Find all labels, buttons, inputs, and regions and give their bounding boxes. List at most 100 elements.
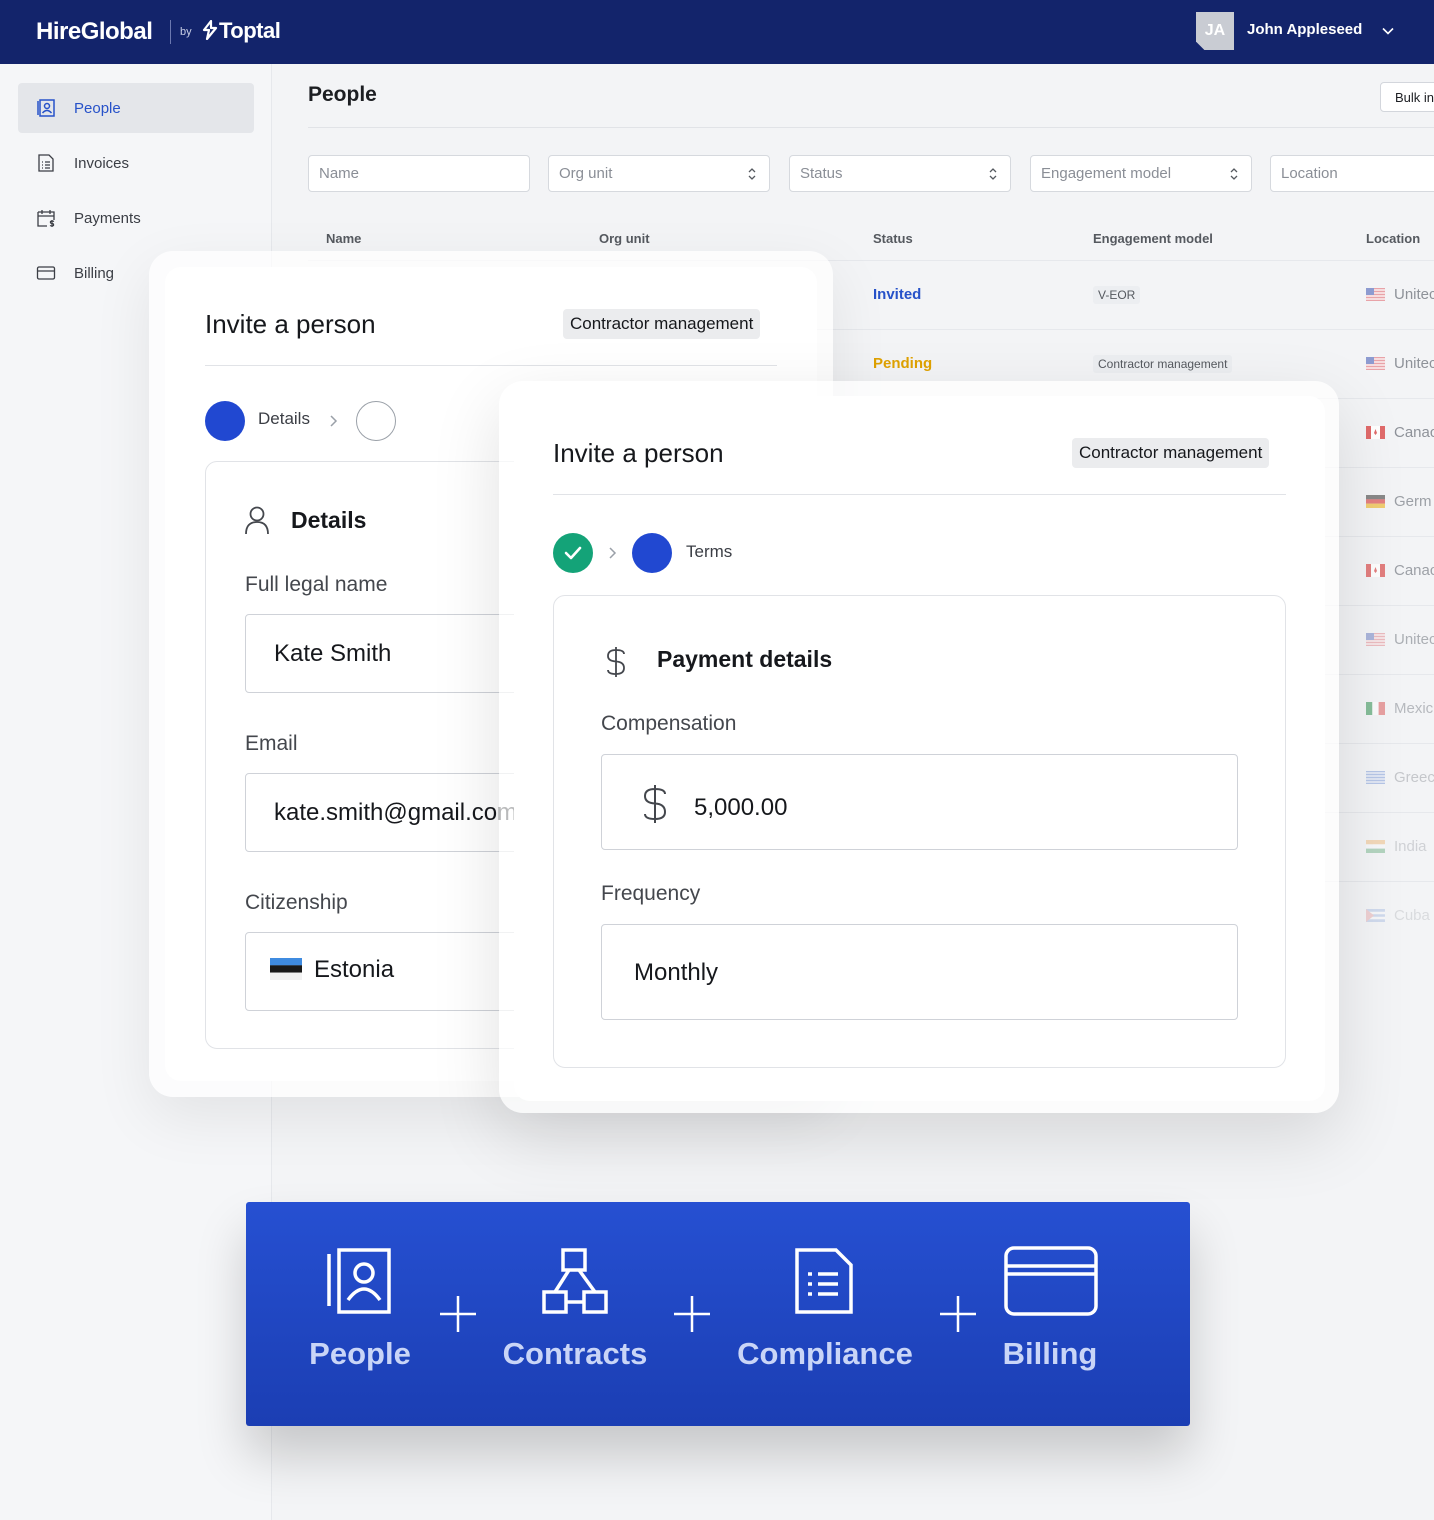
engagement-badge: V-EOR bbox=[1093, 286, 1141, 304]
engagement-badge: Contractor management bbox=[1072, 438, 1270, 468]
top-bar: HireGlobal by Toptal JA John Appleseed bbox=[0, 0, 1434, 64]
step-label: Details bbox=[258, 409, 310, 428]
sidebar-item-label: People bbox=[74, 99, 121, 117]
checkmark-icon bbox=[564, 546, 582, 560]
calendar-dollar-icon bbox=[37, 210, 55, 227]
plus-icon bbox=[940, 1296, 976, 1332]
card-title: Invite a person bbox=[205, 309, 376, 339]
banner-label-billing: Billing bbox=[1002, 1336, 1098, 1371]
us-flag-icon bbox=[1366, 357, 1385, 370]
location-cell: Unitec bbox=[1366, 286, 1434, 303]
status-badge: Invited bbox=[873, 286, 922, 303]
logo-by-text: by bbox=[180, 26, 192, 38]
person-icon bbox=[245, 506, 269, 535]
logo-divider bbox=[170, 20, 171, 44]
location-cell: India bbox=[1366, 838, 1427, 855]
location-filter[interactable]: Location bbox=[1270, 155, 1434, 192]
engagement-model-filter[interactable]: Engagement model bbox=[1030, 155, 1252, 192]
bulk-invite-button[interactable]: Bulk in bbox=[1380, 82, 1434, 112]
chevron-right-icon bbox=[330, 415, 338, 427]
step-indicator-active bbox=[632, 533, 672, 573]
location-cell: Greec bbox=[1366, 769, 1434, 786]
location-cell: Mexic bbox=[1366, 700, 1433, 717]
divider bbox=[308, 127, 1434, 128]
mexico-flag-icon bbox=[1366, 702, 1385, 715]
plus-icon bbox=[674, 1296, 710, 1332]
step-indicator-active bbox=[205, 401, 245, 441]
credit-card-icon bbox=[36, 266, 56, 280]
step-indicator-pending bbox=[356, 401, 396, 441]
org-chart-icon bbox=[542, 1248, 608, 1314]
select-arrows-icon bbox=[1230, 168, 1238, 180]
brand-logo[interactable]: HireGlobal bbox=[36, 18, 153, 46]
column-header-org-unit[interactable]: Org unit bbox=[599, 231, 650, 246]
select-arrows-icon bbox=[748, 168, 756, 180]
select-arrows-icon bbox=[989, 168, 997, 180]
location-cell: Unitec bbox=[1366, 631, 1434, 648]
column-header-location[interactable]: Location bbox=[1366, 231, 1420, 246]
sidebar-item-label: Invoices bbox=[74, 154, 130, 172]
page-title: People bbox=[308, 83, 377, 106]
frequency-select[interactable]: Monthly bbox=[601, 924, 1238, 1020]
contact-card-icon bbox=[327, 1248, 391, 1314]
location-cell: Germ bbox=[1366, 493, 1432, 510]
document-icon bbox=[38, 154, 54, 172]
divider bbox=[553, 494, 1286, 495]
section-title: Payment details bbox=[657, 646, 833, 672]
us-flag-icon bbox=[1366, 633, 1385, 646]
status-filter[interactable]: Status bbox=[789, 155, 1011, 192]
sidebar-item-invoices[interactable]: Invoices bbox=[18, 138, 254, 188]
credit-card-icon bbox=[1004, 1246, 1098, 1316]
field-label: Frequency bbox=[601, 882, 701, 905]
location-cell: Canac bbox=[1366, 424, 1434, 441]
field-label: Email bbox=[245, 732, 298, 755]
dollar-icon bbox=[643, 785, 667, 823]
contact-card-icon bbox=[37, 99, 55, 117]
name-filter[interactable]: Name bbox=[308, 155, 530, 192]
user-name[interactable]: John Appleseed bbox=[1247, 21, 1362, 38]
step-indicator-complete bbox=[553, 533, 593, 573]
org-unit-filter[interactable]: Org unit bbox=[548, 155, 770, 192]
banner-label-contracts: Contracts bbox=[502, 1336, 648, 1371]
cuba-flag-icon bbox=[1366, 909, 1385, 922]
germany-flag-icon bbox=[1366, 495, 1385, 508]
location-cell: Unitec bbox=[1366, 355, 1434, 372]
column-header-status[interactable]: Status bbox=[873, 231, 913, 246]
field-label: Compensation bbox=[601, 712, 737, 735]
canada-flag-icon bbox=[1366, 426, 1385, 439]
field-label: Full legal name bbox=[245, 573, 388, 596]
location-cell: Canac bbox=[1366, 562, 1434, 579]
column-header-engagement-model[interactable]: Engagement model bbox=[1093, 231, 1213, 246]
card-title: Invite a person bbox=[553, 438, 724, 468]
engagement-badge: Contractor management bbox=[563, 309, 761, 339]
sidebar-item-label: Billing bbox=[74, 264, 115, 282]
field-label: Citizenship bbox=[245, 891, 348, 914]
location-cell: Cuba bbox=[1366, 907, 1430, 924]
divider bbox=[205, 365, 777, 366]
section-title: Details bbox=[291, 507, 367, 533]
chevron-right-icon bbox=[609, 547, 617, 559]
plus-icon bbox=[440, 1296, 476, 1332]
sidebar-item-payments[interactable]: Payments bbox=[18, 193, 254, 243]
toptal-mark-icon bbox=[202, 19, 218, 41]
engagement-badge: Contractor management bbox=[1093, 355, 1233, 373]
compensation-field[interactable]: 5,000.00 bbox=[601, 754, 1238, 850]
dollar-icon bbox=[607, 647, 625, 677]
sidebar-item-label: Payments bbox=[74, 209, 141, 227]
canada-flag-icon bbox=[1366, 564, 1385, 577]
estonia-flag-icon bbox=[270, 958, 302, 980]
partner-logo: Toptal bbox=[202, 18, 281, 44]
greece-flag-icon bbox=[1366, 771, 1385, 784]
chevron-down-icon[interactable] bbox=[1381, 24, 1395, 38]
document-icon bbox=[795, 1248, 853, 1314]
avatar[interactable]: JA bbox=[1196, 12, 1234, 50]
column-header-name[interactable]: Name bbox=[326, 231, 361, 246]
sidebar-item-people[interactable]: People bbox=[18, 83, 254, 133]
us-flag-icon bbox=[1366, 288, 1385, 301]
invite-terms-card: Invite a person Contractor management Te… bbox=[514, 396, 1325, 1101]
step-label: Terms bbox=[686, 542, 733, 561]
banner-label-compliance: Compliance bbox=[737, 1336, 913, 1371]
status-badge: Pending bbox=[873, 355, 933, 372]
banner-label-people: People bbox=[309, 1336, 411, 1371]
india-flag-icon bbox=[1366, 840, 1385, 853]
